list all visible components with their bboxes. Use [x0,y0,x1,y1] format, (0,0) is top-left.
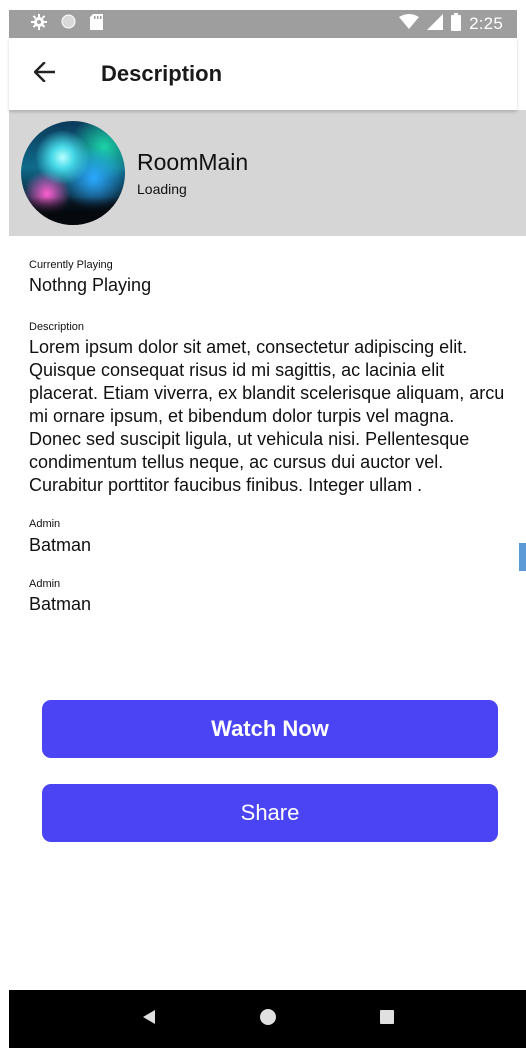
navigation-bar [9,990,526,1048]
currently-playing-field: Currently Playing Nothng Playing [29,258,509,298]
currently-playing-label: Currently Playing [29,259,113,271]
circle-icon [61,14,76,34]
admin-value: Batman [29,534,92,555]
signal-icon [427,13,444,35]
room-avatar [21,121,125,225]
description-label: Description [29,320,85,333]
description-field: Description Lorem ipsum dolor sit amet, … [29,320,509,498]
back-button[interactable] [15,38,75,110]
app-bar: Description [9,38,517,110]
status-time: 2:25 [469,14,503,33]
watch-now-button[interactable]: Watch Now [42,700,498,758]
arrow-back-icon [33,60,56,87]
share-button[interactable]: Share [42,784,498,842]
details-section: Currently Playing Nothng Playing Descrip… [29,258,509,637]
battery-icon [451,12,462,36]
nav-back-button[interactable] [129,999,169,1039]
admin-field-1: Admin Batman [29,517,509,557]
admin-label: Admin [29,518,61,531]
screen: 2:25 Description RoomMain Loading Curren… [0,0,526,1048]
nav-home-button[interactable] [248,999,288,1039]
recents-square-icon [379,1009,395,1030]
admin-field-2: Admin Batman [29,577,509,617]
wifi-icon [399,13,420,35]
scrollbar-thumb[interactable] [519,543,526,571]
admin-value: Batman [29,594,92,615]
nav-recents-button[interactable] [367,999,407,1039]
status-right-icons: 2:25 [399,12,503,36]
room-name: RoomMain [137,149,249,176]
room-info: RoomMain Loading [137,149,248,197]
status-left-icons [31,13,103,35]
status-bar: 2:25 [9,10,517,38]
back-triangle-icon [142,1009,156,1030]
room-header: RoomMain Loading [9,110,526,236]
home-circle-icon [259,1008,277,1031]
room-status: Loading [137,180,187,197]
description-value: Lorem ipsum dolor sit amet, consectetur … [29,336,505,496]
page-title: Description [101,61,223,86]
currently-playing-value: Nothng Playing [29,275,152,296]
gear-icon [31,13,47,35]
sd-card-icon [90,13,103,35]
admin-label: Admin [29,577,61,590]
